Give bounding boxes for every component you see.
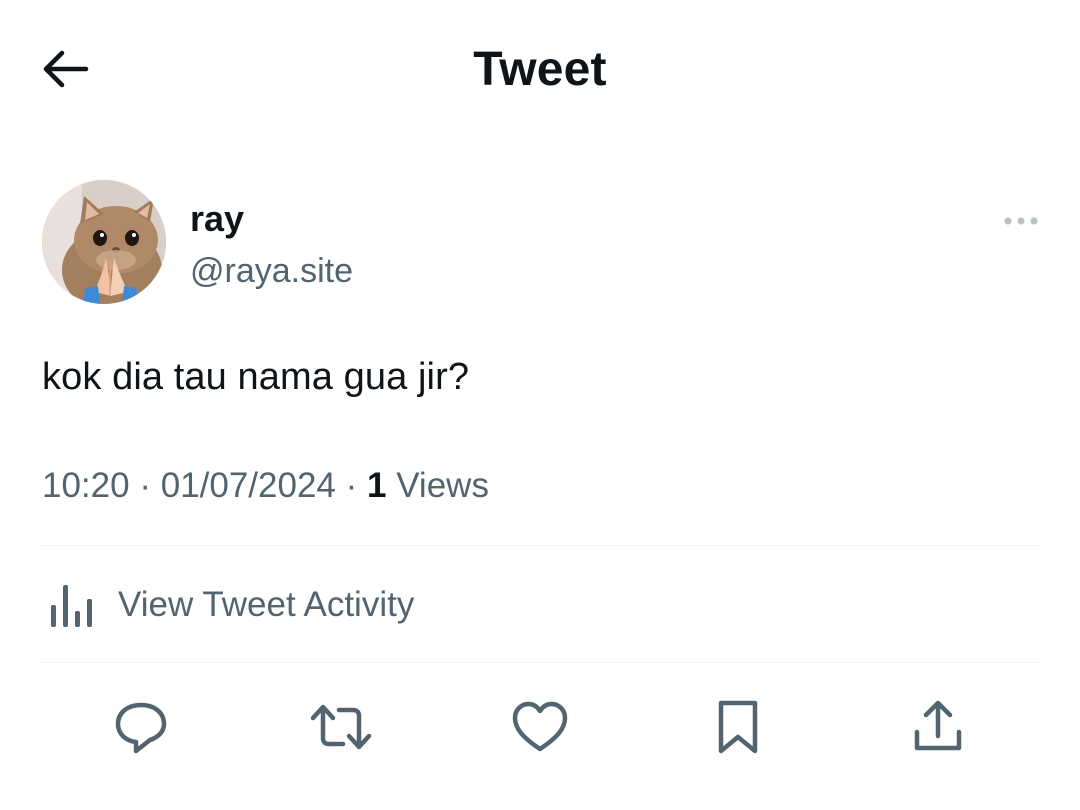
author-display-name[interactable]: ray	[190, 198, 244, 240]
share-button[interactable]	[903, 692, 973, 762]
share-icon	[914, 700, 962, 751]
bookmark-icon	[718, 700, 758, 754]
reply-icon	[115, 702, 167, 754]
heart-icon	[512, 701, 568, 752]
divider	[42, 662, 1038, 663]
tweet-text: kok dia tau nama gua jir?	[42, 356, 470, 398]
retweet-button[interactable]	[306, 692, 376, 762]
meta-separator: ·	[139, 466, 151, 505]
tweet-time[interactable]: 10:20	[42, 466, 130, 505]
view-tweet-activity-button[interactable]: View Tweet Activity	[42, 572, 414, 638]
view-tweet-activity-label: View Tweet Activity	[118, 585, 415, 624]
divider	[42, 545, 1038, 546]
tweet-meta: 10:20 · 01/07/2024 · 1 Views	[42, 466, 489, 506]
tweet-date[interactable]: 01/07/2024	[161, 466, 336, 505]
tweet-author: ray @raya.site	[42, 180, 1042, 306]
bookmark-button[interactable]	[703, 692, 773, 762]
avatar[interactable]	[42, 180, 166, 304]
more-options-button[interactable]	[1000, 206, 1042, 236]
meta-separator: ·	[345, 466, 358, 505]
tweet-action-bar	[0, 692, 1080, 762]
views-label: Views	[396, 466, 489, 505]
reply-button[interactable]	[106, 692, 176, 762]
bar-chart-icon	[51, 585, 92, 627]
author-handle[interactable]: @raya.site	[190, 252, 353, 291]
page-title: Tweet	[473, 43, 607, 96]
retweet-icon	[310, 704, 372, 750]
more-horizontal-icon	[1004, 217, 1038, 225]
top-bar: Tweet	[0, 0, 1080, 140]
like-button[interactable]	[505, 692, 575, 762]
cat-praying-hands-avatar-image	[42, 180, 166, 304]
views-count: 1	[367, 466, 387, 505]
